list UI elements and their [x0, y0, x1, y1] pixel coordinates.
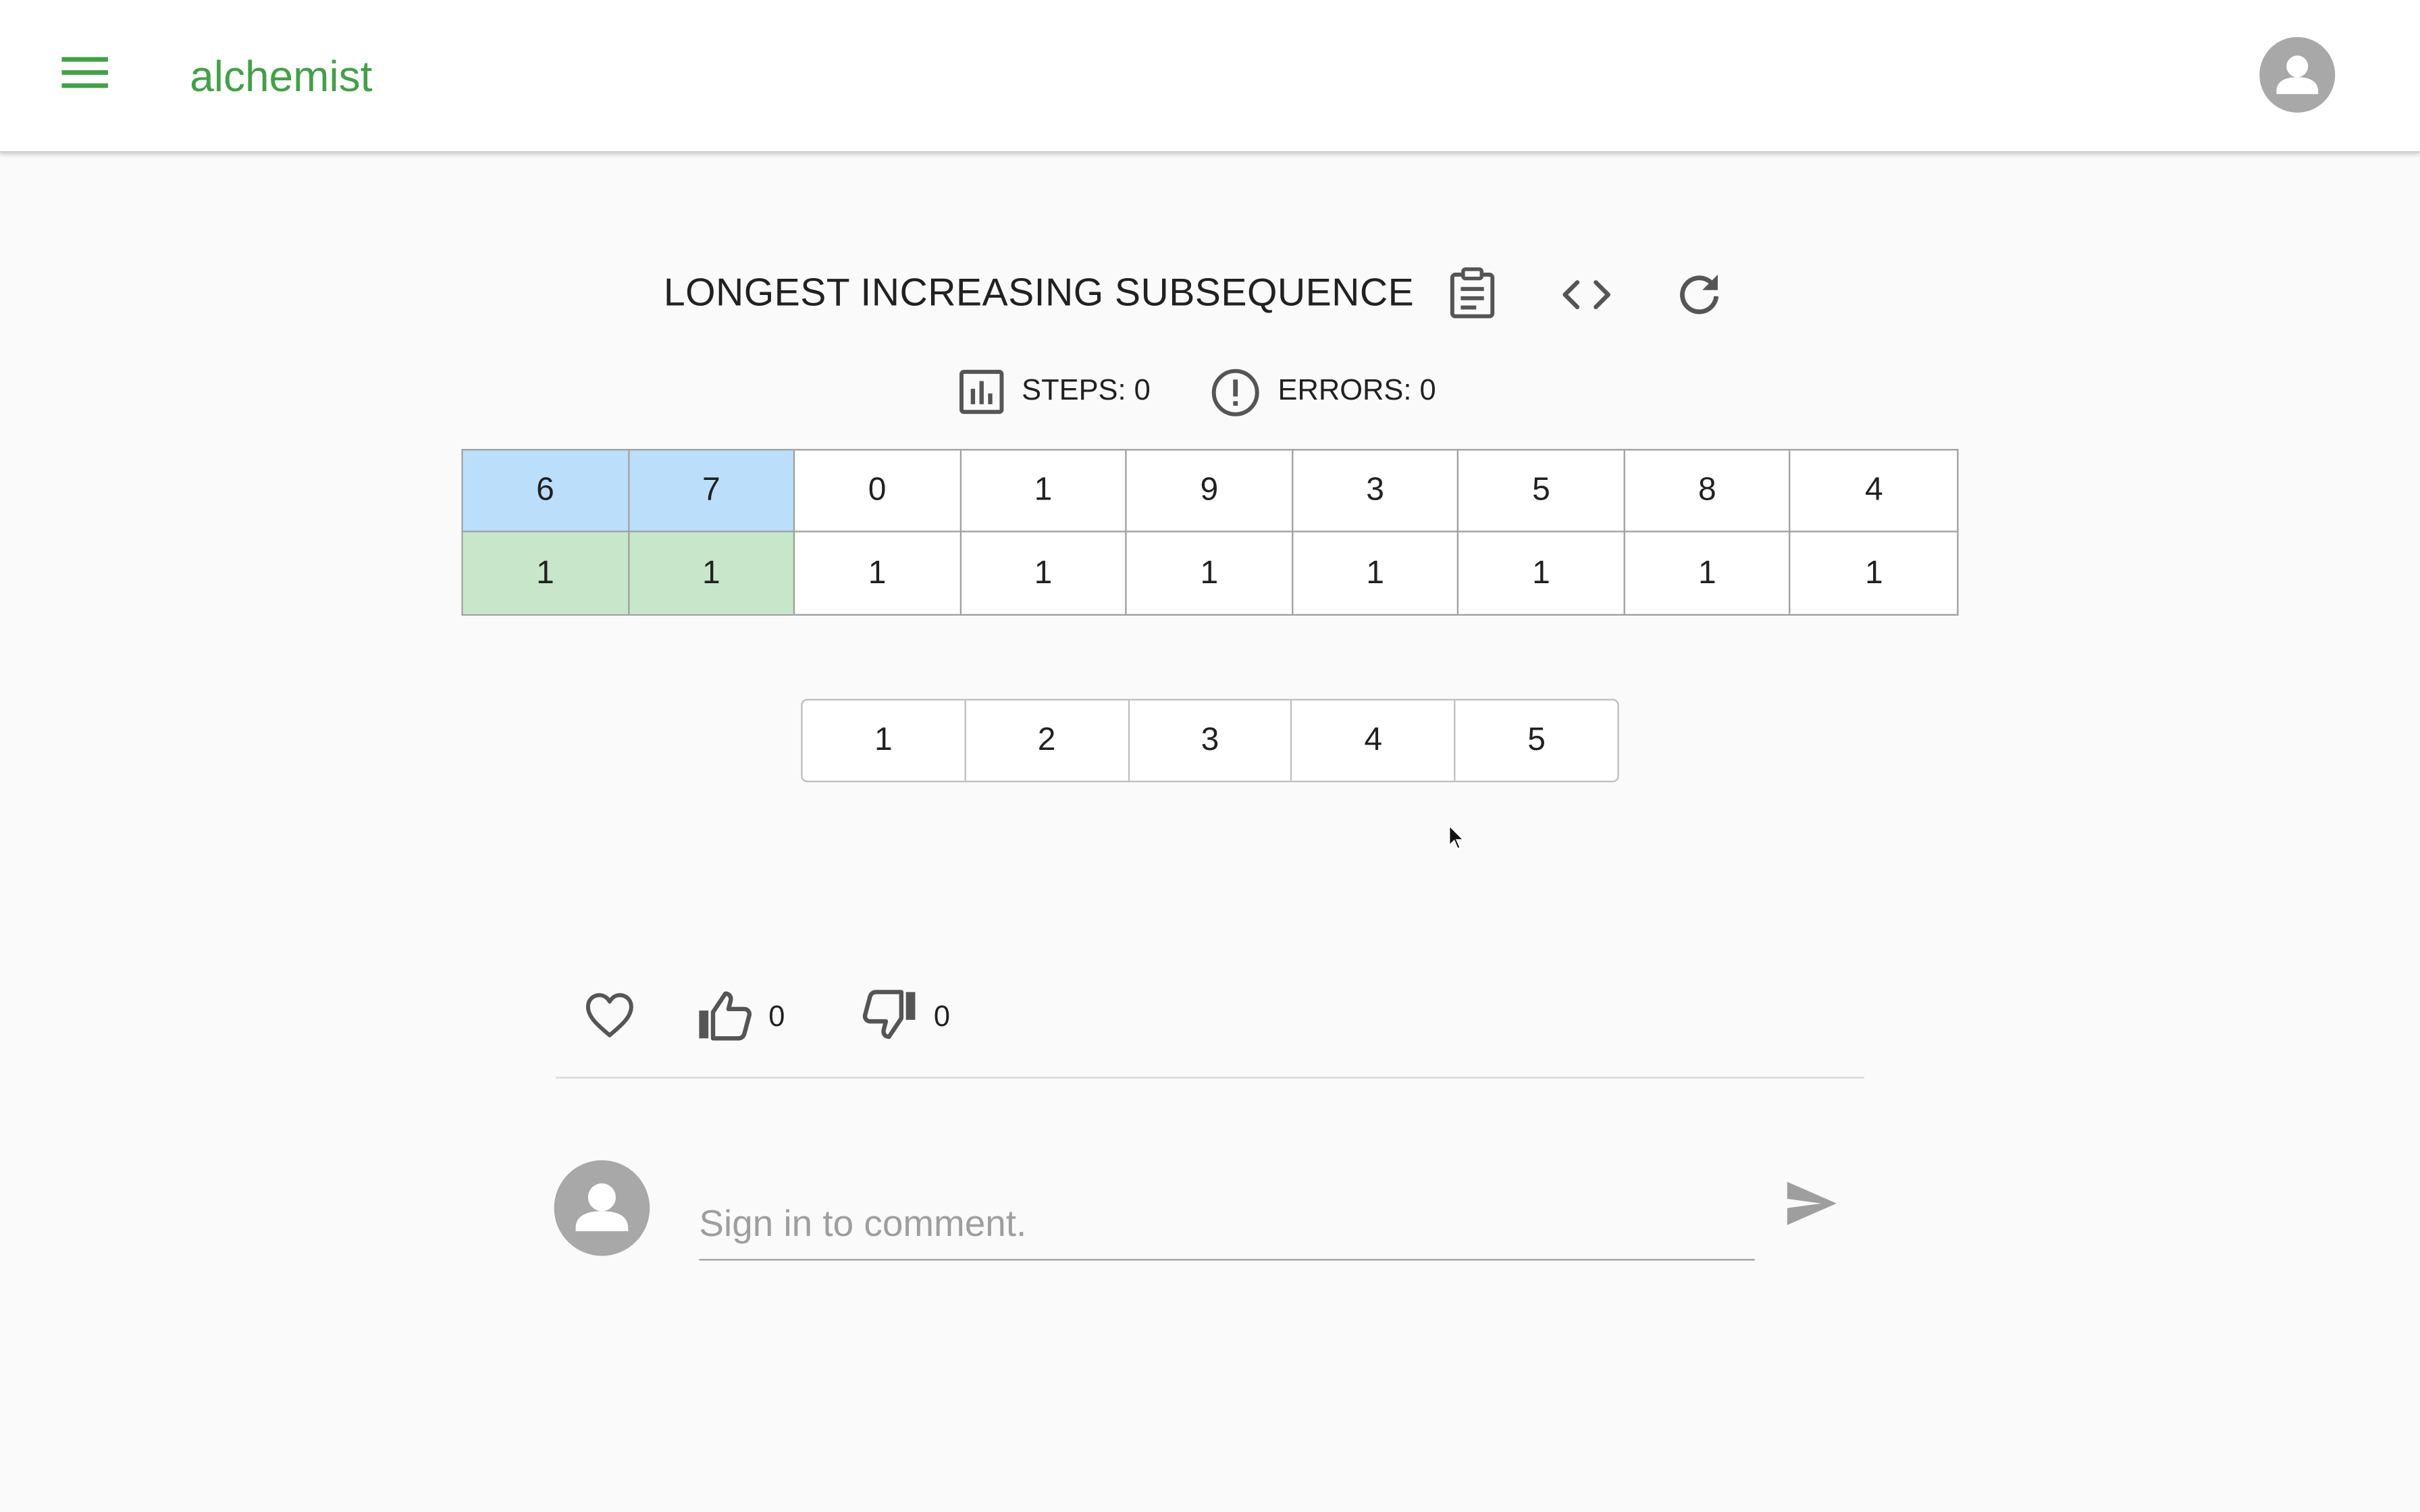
value-cell: 0 [795, 450, 962, 533]
account-avatar[interactable] [2259, 36, 2336, 113]
description-button[interactable] [1442, 265, 1503, 327]
length-cell: 1 [463, 532, 629, 614]
app-title[interactable]: alchemist [190, 49, 372, 105]
clipboard-icon [1449, 266, 1496, 326]
errors-label: ERRORS: 0 [1278, 375, 1436, 408]
value-cell: 3 [1292, 450, 1459, 533]
value-cell: 6 [463, 450, 629, 533]
length-cell: 1 [961, 532, 1128, 614]
length-cell: 1 [1127, 532, 1293, 614]
send-icon [1784, 1178, 1839, 1235]
code-button[interactable] [1556, 267, 1617, 328]
page: alchemist LONGEST INCREASING SUBSEQUENCE [0, 0, 2420, 1512]
stats-row: STEPS: 0 ERRORS: 0 [0, 364, 2420, 419]
choice-button[interactable]: 1 [803, 700, 966, 781]
bar-chart-icon [958, 369, 1005, 415]
favorite-button[interactable] [583, 988, 636, 1049]
errors-stat: ERRORS: 0 [1210, 364, 1436, 419]
value-cell: 4 [1791, 450, 1957, 533]
steps-stat: STEPS: 0 [958, 364, 1151, 419]
length-cell: 1 [795, 532, 962, 614]
code-icon [1560, 277, 1613, 319]
person-icon [2259, 55, 2335, 113]
length-cell: 1 [1864, 554, 1883, 591]
choice-button[interactable]: 4 [1292, 700, 1456, 781]
choice-button[interactable]: 2 [966, 700, 1130, 781]
length-cell: 1 [1459, 532, 1625, 614]
value-cell: 9 [1127, 450, 1293, 533]
page-title: LONGEST INCREASING SUBSEQUENCE [663, 271, 1415, 315]
like-count: 0 [768, 1001, 785, 1034]
send-comment-button[interactable] [1778, 1172, 1846, 1241]
heart-icon [583, 990, 636, 1047]
dislike-count: 0 [933, 1001, 951, 1034]
error-icon [1210, 367, 1261, 417]
length-cell: 1 [1625, 532, 1791, 614]
hamburger-menu-icon [61, 55, 108, 97]
choice-button[interactable]: 5 [1456, 701, 1618, 781]
sequence-grid: 6 7 0 1 9 3 5 8 4 1 1 1 1 1 1 1 1 1 [461, 449, 1959, 616]
answer-choices: 1 2 3 4 5 [801, 699, 1619, 782]
app-bar: alchemist [0, 0, 2420, 153]
reset-button[interactable] [1668, 267, 1730, 328]
comment-input[interactable] [699, 1191, 1755, 1261]
reactions-bar: 0 0 [555, 978, 1865, 1079]
title-row: LONGEST INCREASING SUBSEQUENCE [0, 263, 2420, 331]
menu-button[interactable] [47, 42, 124, 110]
value-cell: 1 [961, 450, 1128, 533]
refresh-icon [1676, 271, 1722, 325]
length-cell: 1 [629, 532, 795, 614]
value-cell: 7 [629, 450, 795, 533]
thumb-up-icon [696, 988, 754, 1048]
comment-avatar [554, 1160, 650, 1256]
steps-label: STEPS: 0 [1022, 375, 1151, 408]
value-cell: 8 [1625, 450, 1791, 533]
length-cell: 1 [1293, 532, 1459, 614]
dislike-button[interactable]: 0 [861, 988, 950, 1049]
value-cell: 5 [1458, 450, 1625, 533]
thumb-down-icon [861, 988, 918, 1048]
mouse-cursor-icon [1448, 824, 1466, 860]
like-button[interactable]: 0 [696, 988, 785, 1049]
choice-button[interactable]: 3 [1129, 700, 1293, 781]
person-icon [554, 1183, 650, 1256]
